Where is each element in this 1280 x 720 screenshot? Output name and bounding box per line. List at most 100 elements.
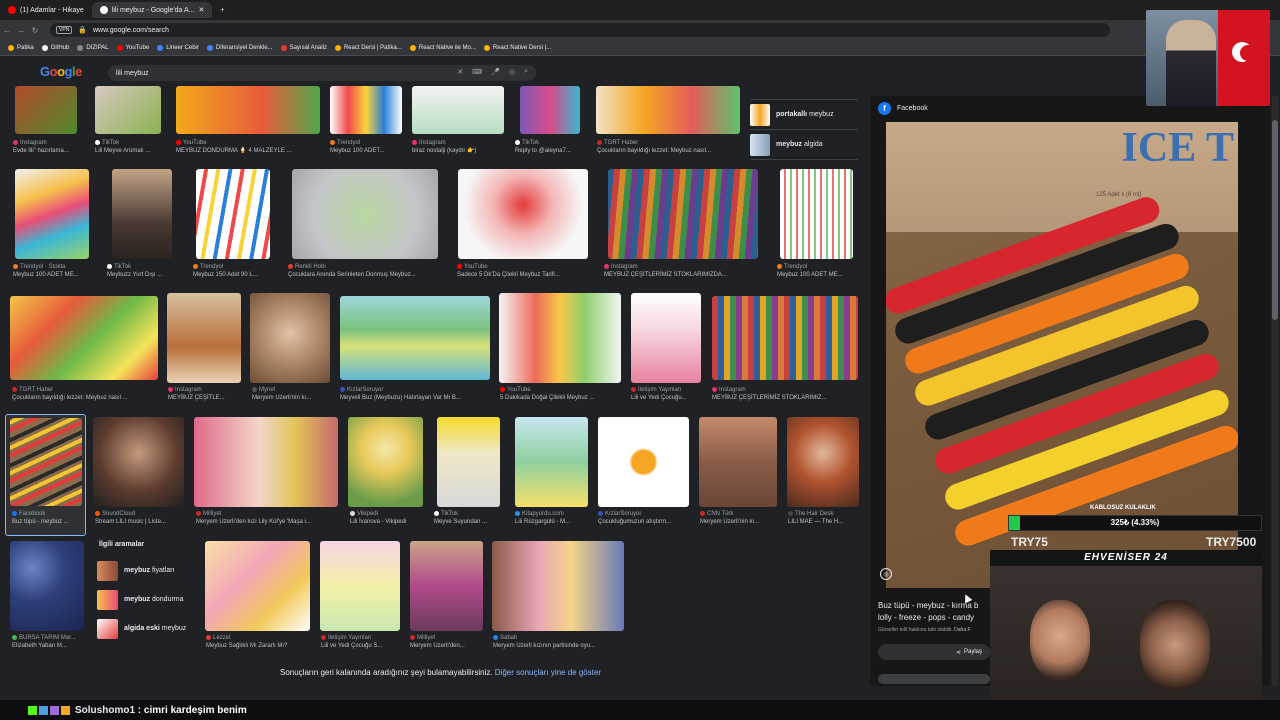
clear-icon[interactable]: ✕ — [457, 68, 463, 76]
result-image[interactable] — [95, 86, 161, 134]
tab-google-search[interactable]: lili meybuz - Google'da A... ✕ — [91, 2, 213, 18]
result-caption[interactable]: Trendyol Meybuz 100 ADET... — [330, 139, 406, 155]
show-more-results-link[interactable]: Diğer sonuçları yine de göster — [495, 668, 601, 677]
result-image[interactable] — [196, 169, 270, 259]
bookmark-item[interactable]: YouTube — [116, 44, 149, 51]
vpn-badge[interactable]: VPN — [56, 26, 73, 34]
result-image[interactable] — [250, 293, 330, 383]
result-image[interactable] — [205, 541, 310, 631]
result-image[interactable] — [437, 417, 500, 507]
result-image[interactable] — [499, 293, 621, 383]
search-input[interactable]: lili meybuz ✕ ⌨ 🎤 ◎ ⌕ — [108, 65, 536, 81]
lens-icon[interactable]: ◎ — [880, 568, 892, 580]
keyboard-icon[interactable]: ⌨ — [472, 68, 482, 76]
result-image[interactable] — [598, 417, 689, 507]
result-image[interactable] — [780, 169, 853, 259]
result-caption[interactable]: TikTok Meybuzz Yurt Dışı ... — [107, 263, 181, 279]
bookmark-item[interactable]: Sayısal Analiz — [280, 44, 327, 51]
result-image[interactable] — [458, 169, 588, 259]
result-caption[interactable]: Kitapyurdu.com Lili Rüzgargülü - M... — [515, 510, 591, 526]
bookmark-item[interactable]: GitHub — [41, 44, 69, 51]
bookmark-item[interactable]: React Native ile Mo... — [409, 44, 476, 51]
result-caption[interactable]: İletişim Yayınları Lili ve Yedi Çocuğu S.… — [321, 634, 403, 650]
result-image[interactable] — [10, 418, 82, 506]
result-image[interactable] — [10, 541, 84, 631]
result-image[interactable] — [699, 417, 777, 507]
preview-source[interactable]: f Facebook — [878, 102, 928, 115]
result-caption[interactable]: Instagram MEYBUZ ÇEŞİTLERİMİZ STOKLARIMIZ… — [604, 263, 760, 279]
related-search-item[interactable]: meybuz dondurma — [97, 585, 194, 614]
result-caption[interactable]: Instagram MEYBUZ ÇEŞİTLE... — [168, 386, 244, 402]
chat-username[interactable]: Solushomo1 — [75, 705, 135, 716]
result-image[interactable] — [410, 541, 483, 631]
result-caption[interactable]: TikTok Meyve Suyundan ... — [434, 510, 504, 526]
result-image[interactable] — [492, 541, 624, 631]
result-image[interactable] — [292, 169, 438, 259]
share-button[interactable]: ⋖ Paylaş — [878, 644, 990, 660]
visit-button[interactable] — [878, 674, 990, 684]
result-caption[interactable]: Trendyol · Stokta Meybuz 100 ADET ME... — [13, 263, 93, 279]
result-caption[interactable]: YouTube MEYBUZ DONDURMA 🍦 4 MALZEYLE ... — [176, 139, 322, 155]
result-image[interactable] — [15, 169, 89, 259]
result-caption[interactable]: TikTok Reply to @aleyna7... — [515, 139, 585, 155]
tab-adamlar[interactable]: (1) Adamlar - Hikaye — [0, 2, 92, 18]
result-image[interactable] — [15, 86, 77, 134]
lens-icon[interactable]: ◎ — [509, 68, 515, 76]
result-image[interactable] — [412, 86, 504, 134]
result-image[interactable] — [10, 296, 158, 380]
result-image[interactable] — [596, 86, 740, 134]
result-caption[interactable]: İletişim Yayınları Lili ve Yedi Çocuğu... — [631, 386, 705, 402]
result-caption[interactable]: Milliyet Meryem Uzerli'den... — [410, 634, 486, 650]
search-icon[interactable]: ⌕ — [524, 68, 528, 76]
related-chip[interactable]: meybuz algida — [750, 130, 858, 160]
result-caption[interactable]: TikTok Lili Meyve Aromalı ... — [95, 139, 167, 155]
bookmark-item[interactable]: React Native Dersi |... — [483, 44, 551, 51]
result-image[interactable] — [167, 293, 241, 383]
result-caption[interactable]: Instagram biraz nostalji (kaydır 👉) — [412, 139, 508, 155]
forward-icon[interactable]: → — [14, 26, 28, 35]
url-input[interactable]: VPN 🔒 www.google.com/search — [50, 23, 1110, 37]
related-chip[interactable]: portakallı meybuz — [750, 100, 858, 130]
related-chip[interactable] — [750, 86, 858, 100]
result-caption[interactable]: YouTube Sadece 5 Dk'Da Çilekli Meybuz Tar… — [457, 263, 597, 279]
result-image[interactable] — [320, 541, 400, 631]
result-image[interactable] — [787, 417, 859, 507]
scrollbar-thumb[interactable] — [1272, 120, 1278, 320]
result-image[interactable] — [112, 169, 172, 259]
result-caption[interactable]: Renkli Hobi Çocuklara Anında Serinleten D… — [288, 263, 443, 279]
result-image[interactable] — [340, 296, 490, 380]
result-caption[interactable]: KızlarSoruyor Meyveli Buz (Meybuzu) Hatır… — [340, 386, 492, 402]
result-image[interactable] — [515, 417, 588, 507]
result-image[interactable] — [194, 417, 338, 507]
result-image[interactable] — [520, 86, 580, 134]
result-caption[interactable]: SoundCloud Stream LILI music | Liste... — [95, 510, 187, 526]
result-image[interactable] — [348, 417, 423, 507]
result-caption[interactable]: Instagram MEYBUZ ÇEŞİTLERİMİZ STOKLARIMIZ… — [712, 386, 860, 402]
result-caption[interactable]: Facebook Buz tüpü - meybuz ... — [12, 510, 86, 526]
result-caption[interactable]: Trendyol Meybuz 100 ADET ME... — [777, 263, 857, 279]
microphone-icon[interactable]: 🎤 — [491, 68, 500, 76]
result-caption[interactable]: Instagram Evde lili" hazırlama... — [13, 139, 91, 155]
close-icon[interactable]: ✕ — [198, 6, 204, 14]
result-image[interactable] — [712, 296, 858, 380]
result-caption[interactable]: TGRT Haber Çocukların bayıldığı lezzet: M… — [597, 139, 742, 155]
more-link[interactable]: Daha F — [954, 627, 970, 633]
result-caption[interactable]: Mynet Meryem Uzerli'nin kı... — [252, 386, 334, 402]
result-caption[interactable]: KızlarSoruyor Çocukluğumuzun atıştırm... — [598, 510, 692, 526]
result-caption[interactable]: Sabah Meryem Uzerli kızının partisinde oy… — [493, 634, 628, 650]
bookmark-item[interactable]: Diferansiyel Denkle... — [206, 44, 273, 51]
bookmark-item[interactable]: React Dersi | Patika... — [334, 44, 402, 51]
result-image[interactable] — [330, 86, 402, 134]
new-tab-button[interactable]: + — [212, 2, 232, 18]
bookmark-item[interactable]: Lineer Cebir — [157, 44, 199, 51]
result-caption[interactable]: TGRT Haber Çocukların bayıldığı lezzet: M… — [12, 386, 160, 402]
related-search-item[interactable]: meybuz fiyatları — [97, 556, 194, 585]
result-caption[interactable]: Vikipedi Lili İvanova - Vikipedi — [350, 510, 426, 526]
back-icon[interactable]: ← — [0, 26, 14, 35]
bookmark-item[interactable]: DIZIPAL — [77, 44, 109, 51]
result-image[interactable] — [93, 417, 184, 507]
google-logo[interactable]: Google — [40, 64, 82, 79]
result-caption[interactable]: CNN Türk Meryem Uzerli'nin kı... — [700, 510, 778, 526]
result-image[interactable] — [631, 293, 701, 383]
result-caption[interactable]: BURSA TARIM Mar... Elizabeth Yaban M... — [12, 634, 88, 650]
